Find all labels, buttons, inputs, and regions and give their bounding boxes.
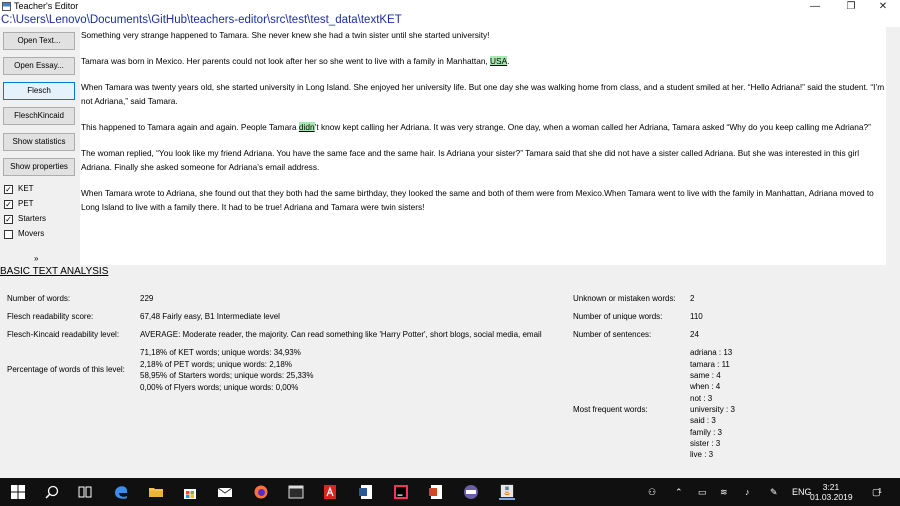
frequent-word: said : 3 [690, 416, 716, 425]
volume-icon[interactable]: ♪ [745, 478, 750, 506]
sentences-label: Number of sentences: [573, 330, 652, 339]
unique-words-value: 110 [690, 312, 703, 321]
checkbox-ket-label: KET [18, 184, 34, 193]
fk-label: Flesch-Kincaid readability level: [7, 330, 120, 339]
app-icon [2, 2, 11, 11]
language-indicator[interactable]: ENG [792, 478, 812, 506]
pdf-reader-icon[interactable] [322, 484, 338, 500]
word-document-icon[interactable] [358, 484, 374, 500]
paragraph: When Tamara wrote to Adriana, she found … [81, 188, 874, 212]
file-explorer-icon[interactable] [148, 484, 164, 500]
percentage-line: 0,00% of Flyers words; unique words: 0,0… [140, 383, 299, 392]
open-text-button[interactable]: Open Text... [3, 32, 75, 50]
frequent-word: sister : 3 [690, 439, 721, 448]
flesch-label: Flesch readability score: [7, 312, 94, 321]
frequent-word: same : 4 [690, 371, 721, 380]
checkbox-starters-label: Starters [18, 214, 47, 223]
close-button[interactable]: ✕ [868, 0, 898, 13]
checkbox-pet-box[interactable]: ✓ [4, 200, 13, 209]
people-icon[interactable]: ⚇ [648, 478, 656, 506]
sidebar: Open Text... Open Essay... Flesch Flesch… [0, 27, 80, 265]
checkbox-movers-box[interactable] [4, 230, 13, 239]
store-icon[interactable] [182, 484, 198, 500]
windows-start-icon[interactable] [10, 484, 26, 500]
checkbox-ket-box[interactable]: ✓ [4, 185, 13, 194]
words-label: Number of words: [7, 294, 71, 303]
java-app-icon[interactable] [499, 484, 515, 500]
firefox-icon[interactable] [253, 484, 269, 500]
frequent-word: university : 3 [690, 405, 735, 414]
mail-icon[interactable] [217, 484, 233, 500]
percentage-line: 71,18% of KET words; unique words: 34,93… [140, 348, 301, 357]
flesch-value: 67,48 Fairly easy, B1 Intermediate level [140, 312, 280, 321]
fk-value: AVERAGE: Moderate reader, the majority. … [140, 330, 542, 339]
search-icon[interactable] [44, 484, 60, 500]
wifi-icon[interactable]: ≋ [720, 478, 728, 506]
open-essay-button[interactable]: Open Essay... [3, 57, 75, 75]
edge-browser-icon[interactable] [113, 484, 129, 500]
frequent-word: adriana : 13 [690, 348, 733, 357]
words-value: 229 [140, 294, 154, 303]
highlighted-word[interactable]: USA [490, 56, 508, 66]
frequent-word: family : 3 [690, 428, 723, 437]
text-editor[interactable]: Something very strange happened to Tamar… [80, 27, 886, 265]
maximize-button[interactable]: ❐ [836, 0, 866, 13]
paragraph: Something very strange happened to Tamar… [81, 30, 490, 40]
unknown-words-value: 2 [690, 294, 695, 303]
window-title: Teacher's Editor [14, 1, 79, 11]
clock-time: 3:21 [822, 482, 840, 492]
clock-date: 01.03.2019 [810, 492, 853, 502]
unknown-words-label: Unknown or mistaken words: [573, 294, 676, 303]
checkbox-movers-label: Movers [18, 229, 45, 238]
clock[interactable]: 3:21 01.03.2019 [810, 482, 853, 502]
intellij-icon[interactable] [393, 484, 409, 500]
paragraph: This happened to Tamara again and again.… [81, 122, 871, 132]
pen-icon[interactable]: ✎ [770, 478, 778, 506]
frequent-word: live : 3 [690, 450, 714, 459]
taskbar: ⚇ ⌃ ▭ ≋ ♪ ✎ ENG 3:21 01.03.2019 ▢ 1 [0, 478, 900, 506]
percentage-label: Percentage of words of this level: [7, 365, 125, 374]
frequent-words-label: Most frequent words: [573, 405, 648, 414]
show-properties-button[interactable]: Show properties [3, 158, 75, 176]
frequent-word: tamara : 11 [690, 360, 730, 369]
presentation-icon[interactable] [428, 484, 444, 500]
analysis-heading: BASIC TEXT ANALYSIS [0, 266, 109, 277]
unique-words-label: Number of unique words: [573, 312, 663, 321]
notification-count: 1 [878, 488, 882, 495]
minimize-button[interactable]: — [800, 0, 830, 13]
frequent-word: not : 3 [690, 394, 713, 403]
battery-icon[interactable]: ▭ [698, 478, 707, 506]
paragraph: Tamara was born in Mexico. Her parents c… [81, 56, 510, 66]
flesch-button[interactable]: Flesch [3, 82, 75, 100]
sentences-value: 24 [690, 330, 699, 339]
checkbox-starters-box[interactable]: ✓ [4, 215, 13, 224]
percentage-line: 58,95% of Starters words; unique words: … [140, 371, 314, 380]
paragraph: When Tamara was twenty years old, she st… [81, 82, 885, 106]
chevron-up-icon[interactable]: ⌃ [675, 478, 683, 506]
terminal-icon[interactable] [288, 484, 304, 500]
checkbox-pet-label: PET [18, 199, 34, 208]
flesch-kincaid-button[interactable]: FleschKincaid [3, 107, 75, 125]
frequent-word: when : 4 [690, 382, 721, 391]
expand-chevron-icon[interactable]: » [34, 254, 38, 263]
task-view-icon[interactable] [77, 484, 93, 500]
percentage-line: 2,18% of PET words; unique words: 2,18% [140, 360, 292, 369]
highlighted-word[interactable]: didn [298, 122, 315, 132]
paragraph: The woman replied, “You look like my fri… [81, 148, 860, 172]
app-icon-taskbar[interactable] [463, 484, 479, 500]
title-bar: Teacher's Editor — ❐ ✕ [0, 0, 900, 13]
show-statistics-button[interactable]: Show statistics [3, 133, 75, 151]
file-path: C:\Users\Lenovo\Documents\GitHub\teacher… [0, 13, 900, 27]
